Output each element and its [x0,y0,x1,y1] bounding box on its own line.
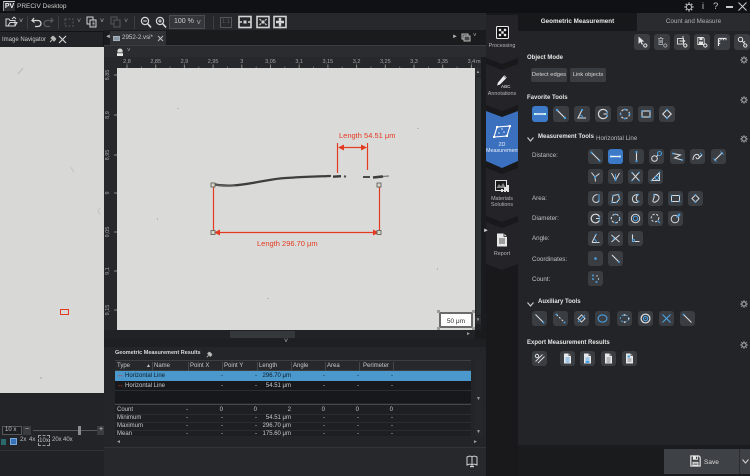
svg-text:3,25: 3,25 [380,59,391,65]
svg-text:50 μm: 50 μm [447,318,465,325]
svg-text:2,85: 2,85 [150,59,161,65]
svg-text:2,9: 2,9 [181,59,189,65]
svg-text:3,15: 3,15 [323,59,334,65]
svg-text:Length 54.51 μm: Length 54.51 μm [339,131,395,140]
svg-text:3,4: 3,4 [468,59,476,65]
svg-text:Length 296.70 μm: Length 296.70 μm [257,239,318,248]
svg-text:8,95: 8,95 [105,150,111,161]
svg-text:3,2: 3,2 [353,59,361,65]
svg-text:8,9: 8,9 [105,111,111,119]
svg-text:9,15: 9,15 [105,305,111,316]
svg-text:2,8: 2,8 [123,59,131,65]
svg-text:mm: mm [476,59,481,65]
svg-text:3: 3 [240,59,243,65]
svg-text:9,1: 9,1 [105,267,111,275]
svg-text:3,1: 3,1 [295,59,303,65]
svg-text:3,35: 3,35 [437,59,448,65]
svg-text:8,85: 8,85 [105,70,111,81]
svg-text:9: 9 [105,191,111,194]
svg-text:3,05: 3,05 [265,59,276,65]
svg-text:2,95: 2,95 [208,59,219,65]
svg-text:ABC: ABC [501,84,511,89]
svg-text:3,3: 3,3 [410,59,418,65]
svg-text:9,05: 9,05 [105,227,111,238]
